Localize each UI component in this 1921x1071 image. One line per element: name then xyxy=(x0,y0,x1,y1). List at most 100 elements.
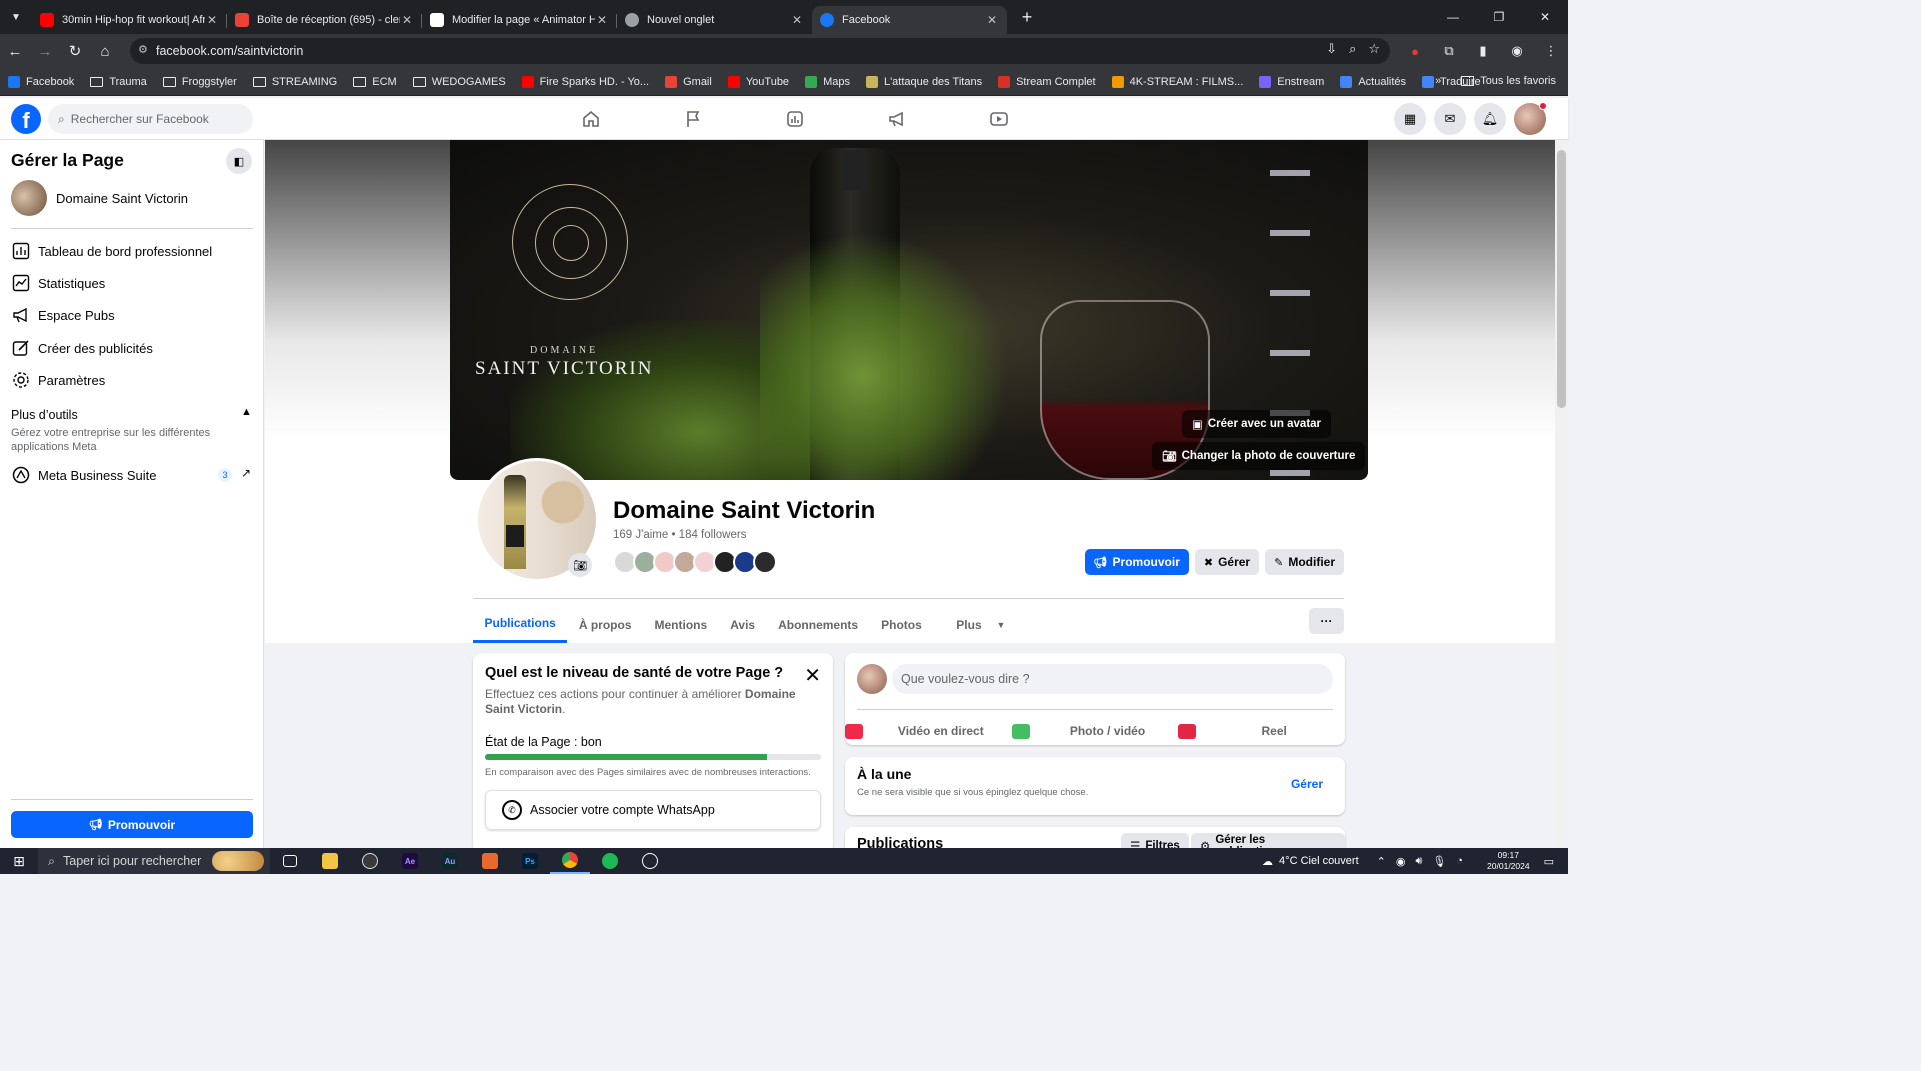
wifi-icon[interactable]: ◔ xyxy=(1456,855,1463,867)
bookmark-item[interactable]: Actualités xyxy=(1340,75,1406,88)
insights-nav-icon[interactable] xyxy=(744,98,846,140)
site-info-icon[interactable]: ⚙ xyxy=(138,43,148,56)
sidebar-item-ads-space[interactable]: Espace Pubs xyxy=(11,301,253,329)
install-app-icon[interactable]: ⇩ xyxy=(1326,41,1337,57)
pages-flag-icon[interactable] xyxy=(642,98,744,140)
facebook-logo-icon[interactable]: f xyxy=(11,104,41,134)
facebook-search[interactable]: ⌕ xyxy=(48,104,253,134)
forward-icon[interactable]: → xyxy=(30,36,60,66)
menu-kebab-icon[interactable]: ⋮ xyxy=(1534,43,1568,59)
tray-app-icon[interactable]: ◉ xyxy=(1396,855,1406,868)
bookmark-item[interactable]: STREAMING xyxy=(252,76,337,88)
cover-photo[interactable]: DOMAINE SAINT VICTORIN ▣ Créer avec un a… xyxy=(450,140,1368,480)
side-panel-icon[interactable]: ▮ xyxy=(1466,43,1500,59)
chevron-up-icon[interactable]: ▲ xyxy=(241,406,252,418)
bookmark-item[interactable]: Maps xyxy=(805,75,850,88)
change-cover-button[interactable]: 📷︎ Changer la photo de couverture xyxy=(1152,442,1366,470)
close-window-icon[interactable]: ✕ xyxy=(1522,0,1568,34)
promote-button-sidebar[interactable]: 📢︎ Promouvoir xyxy=(11,811,253,838)
back-icon[interactable]: ← xyxy=(0,36,30,66)
sidebar-item-settings[interactable]: Paramètres xyxy=(11,366,253,394)
create-avatar-button[interactable]: ▣ Créer avec un avatar xyxy=(1182,410,1332,438)
taskbar-search[interactable]: ⌕ Taper ici pour rechercher xyxy=(38,848,270,874)
bookmark-item[interactable]: Trauma xyxy=(90,76,147,88)
manage-posts-button[interactable]: ⚙Gérer les publications xyxy=(1191,833,1345,848)
after-effects-icon[interactable]: Ae xyxy=(390,848,430,874)
photoshop-icon[interactable]: Ps xyxy=(510,848,550,874)
browser-tab-active[interactable]: Facebook ✕ xyxy=(812,6,1007,34)
clock-app-icon[interactable] xyxy=(630,848,670,874)
zoom-icon[interactable]: ⌕ xyxy=(1349,41,1356,57)
tab-search-dropdown[interactable]: ▼ xyxy=(0,0,32,34)
browser-tab[interactable]: Nouvel onglet ✕ xyxy=(617,6,812,34)
restore-icon[interactable]: ❐ xyxy=(1476,0,1522,34)
microphone-icon[interactable]: 🎙︎ xyxy=(1432,855,1446,868)
search-input[interactable] xyxy=(70,112,241,126)
more-options-button[interactable]: ··· xyxy=(1309,608,1344,634)
sidebar-item-create-ads[interactable]: Créer des publicités xyxy=(11,334,253,362)
follower-avatar[interactable] xyxy=(753,550,777,574)
watch-video-icon[interactable] xyxy=(948,98,1050,140)
tab-about[interactable]: À propos xyxy=(567,606,643,643)
page-scrollbar[interactable] xyxy=(1555,140,1568,848)
bookmark-item[interactable]: Fire Sparks HD. - Yo... xyxy=(521,75,649,88)
menu-grid-icon[interactable]: ▦ xyxy=(1394,103,1426,135)
browser-tab[interactable]: 30min Hip-hop fit workout| Afr ✕ xyxy=(32,6,227,34)
bookmark-item[interactable]: YouTube xyxy=(727,75,789,88)
composer-input[interactable]: Que voulez-vous dire ? xyxy=(892,664,1333,694)
link-whatsapp-button[interactable]: ✆ Associer votre compte WhatsApp xyxy=(485,790,821,830)
file-explorer-icon[interactable] xyxy=(310,848,350,874)
page-stats[interactable]: 169 J'aime • 184 followers xyxy=(613,529,746,541)
audition-icon[interactable]: Au xyxy=(430,848,470,874)
spotify-icon[interactable] xyxy=(590,848,630,874)
weather-text[interactable]: 4°C Ciel couvert xyxy=(1279,855,1359,867)
follower-avatars[interactable] xyxy=(613,550,777,574)
external-link-icon[interactable]: ↗ xyxy=(241,466,251,480)
camera-icon[interactable]: 📷︎ xyxy=(568,553,592,577)
profile-avatar-icon[interactable]: ◉ xyxy=(1500,43,1534,59)
scrollbar-thumb[interactable] xyxy=(1557,150,1566,408)
collapse-sidebar-icon[interactable]: ◧ xyxy=(226,148,252,174)
reload-icon[interactable]: ↻ xyxy=(60,36,90,66)
bookmarks-overflow-icon[interactable]: » xyxy=(1435,75,1441,87)
bookmark-item[interactable]: Gmail xyxy=(665,75,712,88)
messenger-icon[interactable]: ✉ xyxy=(1434,103,1466,135)
bookmark-item[interactable]: Stream Complet xyxy=(998,75,1096,88)
obs-icon[interactable] xyxy=(350,848,390,874)
live-video-button[interactable]: Vidéo en direct xyxy=(845,713,1012,749)
sidebar-item-meta-business-suite[interactable]: Meta Business Suite xyxy=(11,461,253,489)
featured-manage-link[interactable]: Gérer xyxy=(1291,777,1323,791)
close-tab-icon[interactable]: ✕ xyxy=(985,13,999,27)
task-view-icon[interactable] xyxy=(270,848,310,874)
sidebar-item-statistics[interactable]: Statistiques xyxy=(11,269,253,297)
taskbar-clock[interactable]: 09:17 20/01/2024 xyxy=(1487,850,1530,872)
home-nav-icon[interactable] xyxy=(540,98,642,140)
promote-button[interactable]: 📢︎ Promouvoir xyxy=(1084,549,1189,575)
all-bookmarks-link[interactable]: Tous les favoris xyxy=(1480,75,1556,87)
volume-icon[interactable]: 🔊︎ xyxy=(1415,855,1422,868)
tab-photos[interactable]: Photos xyxy=(870,606,934,643)
bookmark-star-icon[interactable]: ☆ xyxy=(1368,41,1380,57)
bookmark-item[interactable]: Enstream xyxy=(1259,75,1324,88)
filters-button[interactable]: ☰ Filtres xyxy=(1121,833,1189,848)
bookmark-item[interactable]: WEDOGAMES xyxy=(412,76,506,88)
app-orange-icon[interactable] xyxy=(470,848,510,874)
tab-mentions[interactable]: Mentions xyxy=(643,606,719,643)
weather-cloud-icon[interactable]: ☁ xyxy=(1262,855,1273,868)
ads-megaphone-icon[interactable] xyxy=(846,98,948,140)
new-tab-button[interactable]: + xyxy=(1015,7,1039,28)
address-bar[interactable]: ⚙ facebook.com/saintvictorin ⇩ ⌕ ☆ xyxy=(130,38,1390,64)
close-tab-icon[interactable]: ✕ xyxy=(595,13,609,27)
chrome-icon[interactable] xyxy=(550,848,590,874)
tab-subscriptions[interactable]: Abonnements xyxy=(767,606,870,643)
extensions-puzzle-icon[interactable]: ⧉ xyxy=(1432,43,1466,59)
reel-button[interactable]: Reel xyxy=(1178,713,1345,749)
extension-red-icon[interactable]: ● xyxy=(1398,44,1432,59)
bookmark-item[interactable]: L'attaque des Titans xyxy=(865,75,982,88)
close-tab-icon[interactable]: ✕ xyxy=(400,13,414,27)
tab-more[interactable]: Plus ▼ xyxy=(933,606,1017,643)
bookmark-item[interactable]: Facebook xyxy=(8,75,74,88)
sidebar-page-switcher[interactable]: Domaine Saint Victorin xyxy=(11,180,188,216)
sidebar-item-dashboard[interactable]: Tableau de bord professionnel xyxy=(11,237,253,265)
notifications-bell-icon[interactable]: 🔔︎ xyxy=(1474,103,1506,135)
